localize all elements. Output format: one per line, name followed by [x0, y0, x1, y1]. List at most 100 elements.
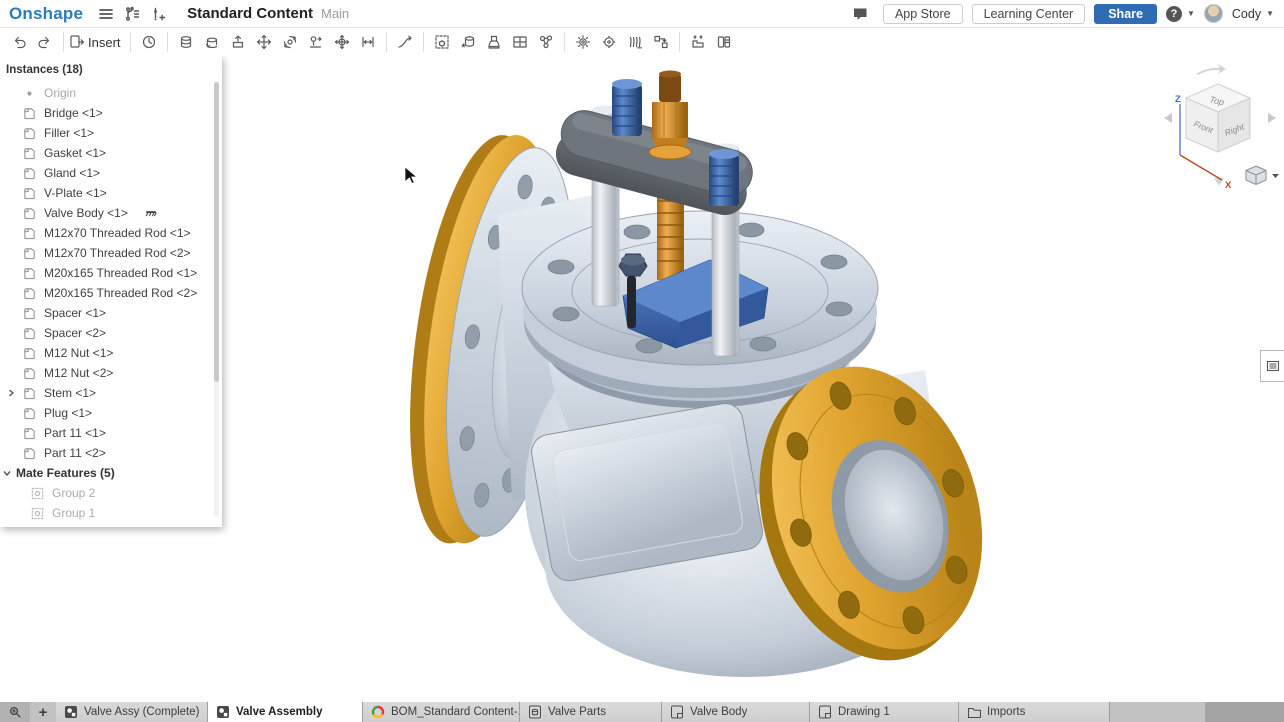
mate-group-row[interactable]: Group 1	[0, 503, 222, 523]
snapshot-icon[interactable]	[481, 30, 507, 54]
assembly-tab-icon	[216, 705, 230, 719]
translate-icon[interactable]	[251, 30, 277, 54]
document-tab[interactable]: Valve Body	[662, 702, 810, 722]
document-tab[interactable]: BOM_Standard Content-...	[363, 702, 520, 722]
instance-label: Spacer <2>	[44, 326, 106, 340]
instance-row[interactable]: M20x165 Threaded Rod <1>	[0, 263, 222, 283]
app-store-button[interactable]: App Store	[883, 4, 963, 24]
instance-row[interactable]: Spacer <2>	[0, 323, 222, 343]
tab-label: BOM_Standard Content-...	[391, 706, 519, 718]
planar-mate-icon[interactable]	[225, 30, 251, 54]
group-icon[interactable]	[429, 30, 455, 54]
document-tab[interactable]: Drawing 1	[810, 702, 959, 722]
screw-relation-icon[interactable]	[622, 30, 648, 54]
instance-row[interactable]: M12 Nut <1>	[0, 343, 222, 363]
instance-row[interactable]: Part 11 <1>	[0, 423, 222, 443]
tab-label: Valve Assembly	[236, 706, 323, 718]
replicate-icon[interactable]	[533, 30, 559, 54]
instance-row[interactable]: V-Plate <1>	[0, 183, 222, 203]
instance-row[interactable]: Stem <1>	[0, 383, 222, 403]
mate-features-header[interactable]: Mate Features (5)	[0, 463, 222, 483]
part-studio-tab-icon	[528, 705, 542, 719]
mate-icon[interactable]	[136, 30, 162, 54]
chat-bubble-icon[interactable]	[848, 3, 874, 25]
user-avatar[interactable]	[1204, 4, 1223, 23]
onshape-logo: Onshape	[9, 4, 83, 24]
ball-mate-icon[interactable]	[277, 30, 303, 54]
exploded-view-icon[interactable]	[685, 30, 711, 54]
document-tab[interactable]: Valve Parts	[520, 702, 662, 722]
document-tab[interactable]: Imports	[959, 702, 1110, 722]
tab-label: Imports	[987, 706, 1025, 718]
part-icon	[22, 326, 37, 341]
revolute-mate-icon[interactable]	[199, 30, 225, 54]
part-icon	[22, 446, 37, 461]
bom-icon[interactable]	[711, 30, 737, 54]
linear-pattern-icon[interactable]	[648, 30, 674, 54]
pattern-icon[interactable]	[507, 30, 533, 54]
valve-assembly-model[interactable]	[380, 60, 1000, 702]
toolbar-separator	[167, 32, 168, 52]
named-positions-icon[interactable]	[455, 30, 481, 54]
learning-center-button[interactable]: Learning Center	[972, 4, 1086, 24]
part-icon	[22, 226, 37, 241]
view-cube[interactable]: Top Front Right Z X	[1156, 60, 1284, 242]
instance-row[interactable]: Gland <1>	[0, 163, 222, 183]
part-icon	[22, 366, 37, 381]
undo-icon[interactable]	[6, 30, 32, 54]
help-caret-icon[interactable]: ▼	[1187, 9, 1195, 18]
path-mate-icon[interactable]	[392, 30, 418, 54]
instance-label: M12x70 Threaded Rod <1>	[44, 226, 191, 240]
redo-icon[interactable]	[32, 30, 58, 54]
instance-row[interactable]: M20x165 Threaded Rod <2>	[0, 283, 222, 303]
instance-row[interactable]: Origin	[0, 83, 222, 103]
fastened-mate-icon[interactable]	[329, 30, 355, 54]
instance-row[interactable]: M12x70 Threaded Rod <1>	[0, 223, 222, 243]
instance-row[interactable]: Valve Body <1>	[0, 203, 222, 223]
insert-element-icon[interactable]	[145, 3, 171, 25]
document-tab[interactable]: Valve Assy (Complete)	[56, 702, 208, 722]
add-tab-button[interactable]: +	[30, 702, 56, 722]
instance-row[interactable]: Spacer <1>	[0, 303, 222, 323]
gear-relation-icon[interactable]	[570, 30, 596, 54]
help-icon[interactable]: ?	[1166, 6, 1182, 22]
instance-label: V-Plate <1>	[44, 186, 107, 200]
toolbar-separator	[130, 32, 131, 52]
instance-row[interactable]: Plug <1>	[0, 403, 222, 423]
origin-icon	[22, 86, 37, 101]
insert-icon[interactable]: Insert	[69, 30, 125, 54]
user-caret-icon[interactable]: ▼	[1266, 9, 1274, 18]
instance-row[interactable]: Part 11 <2>	[0, 443, 222, 463]
rack-pinion-icon[interactable]	[596, 30, 622, 54]
part-icon	[22, 186, 37, 201]
main-menu-icon[interactable]	[93, 3, 119, 25]
chevron-right-icon[interactable]	[6, 388, 16, 398]
pin-slot-mate-icon[interactable]	[303, 30, 329, 54]
mate-group-label: Group 2	[52, 486, 95, 500]
panel-flyout-button[interactable]	[1260, 350, 1284, 382]
drawing-tab-icon	[670, 705, 684, 719]
instance-row[interactable]: Gasket <1>	[0, 143, 222, 163]
instance-row[interactable]: Filler <1>	[0, 123, 222, 143]
instance-row[interactable]: M12 Nut <2>	[0, 363, 222, 383]
mate-group-row[interactable]: Group 2	[0, 483, 222, 503]
tangent-mate-icon[interactable]	[355, 30, 381, 54]
instance-row[interactable]: Bridge <1>	[0, 103, 222, 123]
instance-label: Spacer <1>	[44, 306, 106, 320]
svg-text:Z: Z	[1175, 94, 1181, 105]
instance-label: M12x70 Threaded Rod <2>	[44, 246, 191, 260]
share-button[interactable]: Share	[1094, 4, 1157, 24]
user-menu[interactable]: Cody	[1232, 7, 1261, 21]
toolbar-separator	[423, 32, 424, 52]
instance-label: M12 Nut <2>	[44, 366, 113, 380]
versions-history-icon[interactable]	[119, 3, 145, 25]
search-tabs-button[interactable]	[0, 702, 30, 722]
instance-label: Part 11 <2>	[44, 446, 106, 460]
cylindrical-mate-icon[interactable]	[173, 30, 199, 54]
document-tab[interactable]: Valve Assembly	[208, 702, 363, 722]
part-icon	[22, 266, 37, 281]
instance-row[interactable]: M12x70 Threaded Rod <2>	[0, 243, 222, 263]
svg-text:X: X	[1225, 180, 1232, 191]
panel-scrollbar-thumb[interactable]	[214, 82, 219, 382]
instances-panel: Instances (18) OriginBridge <1>Filler <1…	[0, 56, 222, 527]
